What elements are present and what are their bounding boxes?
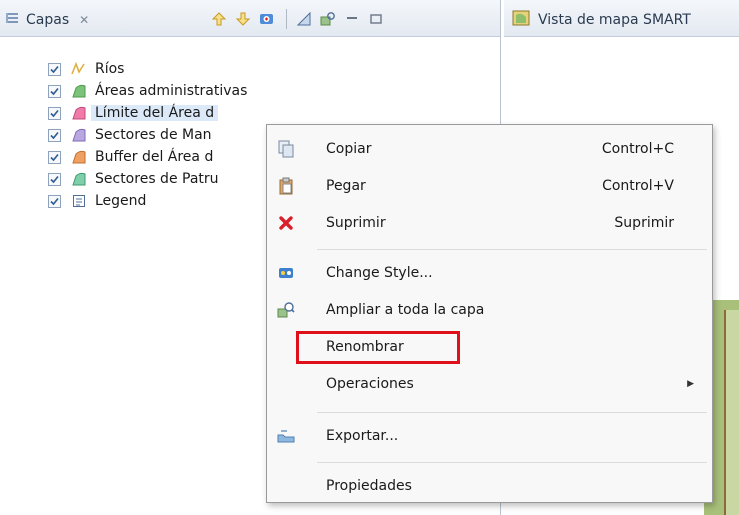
delete-icon [275, 212, 297, 234]
layer-label: Legend [95, 193, 147, 209]
layer-label: Sectores de Man [95, 127, 212, 143]
polygon-teal-icon [69, 171, 89, 187]
checkbox[interactable] [48, 172, 61, 186]
checkbox[interactable] [48, 128, 61, 142]
menu-item-label: Ampliar a toda la capa [326, 302, 485, 318]
map-feature [724, 310, 739, 515]
menu-item-label: Change Style... [326, 265, 433, 281]
menu-separator [317, 462, 707, 463]
river-line-icon [69, 61, 89, 77]
checkbox[interactable] [48, 84, 61, 98]
tab-map-view[interactable]: Vista de mapa SMART [512, 9, 691, 31]
menu-item-zoom-to-layer[interactable]: Ampliar a toda la capa [267, 296, 712, 324]
layers-tree: Ríos Áreas administrativas Límite del Ár… [48, 58, 247, 212]
menu-item-label: Propiedades [326, 478, 412, 494]
menu-item-change-style[interactable]: Change Style... [267, 259, 712, 287]
zoom-to-layer-icon [275, 299, 297, 321]
checkbox[interactable] [48, 194, 61, 208]
layer-row[interactable]: Áreas administrativas [48, 80, 247, 102]
menu-item-label: Copiar [326, 141, 372, 157]
menu-item-shortcut: Control+C [601, 141, 674, 157]
layer-add-icon[interactable] [256, 8, 278, 30]
layer-row[interactable]: Sectores de Patru [48, 168, 247, 190]
layer-row-selected[interactable]: Límite del Área d [48, 102, 247, 124]
menu-item-properties[interactable]: Propiedades [267, 472, 712, 500]
menu-item-label: Exportar... [326, 428, 399, 444]
layer-row[interactable]: Buffer del Área d [48, 146, 247, 168]
layer-row[interactable]: Sectores de Man [48, 124, 247, 146]
layers-toolbar [208, 8, 389, 30]
menu-item-copy[interactable]: Copiar Control+C [267, 135, 712, 163]
style-icon [275, 262, 297, 284]
minimize-icon[interactable] [341, 8, 363, 30]
highlight-box [296, 331, 460, 364]
layer-label: Buffer del Área d [95, 149, 214, 165]
tab-capas-label: Capas [26, 12, 70, 28]
menu-item-delete[interactable]: Suprimir Suprimir [267, 209, 712, 237]
polygon-green-icon [69, 83, 89, 99]
polygon-orange-icon [69, 149, 89, 165]
submenu-arrow-icon: ▶ [687, 379, 694, 389]
menu-item-label: Operaciones [326, 376, 414, 392]
menu-item-export[interactable]: Exportar... [267, 422, 712, 450]
polygon-purple-icon [69, 127, 89, 143]
context-menu: Copiar Control+C Pegar Control+V Suprimi… [266, 124, 713, 503]
layer-label: Áreas administrativas [95, 83, 248, 99]
menu-separator [317, 249, 707, 250]
layer-row[interactable]: Legend [48, 190, 247, 212]
copy-icon [275, 138, 297, 160]
layer-label: Sectores de Patru [95, 171, 219, 187]
checkbox[interactable] [48, 106, 61, 120]
export-icon [275, 425, 297, 447]
checkbox[interactable] [48, 62, 61, 76]
legend-icon [69, 193, 89, 209]
paste-icon [275, 175, 297, 197]
layer-label: Ríos [95, 61, 125, 77]
ruler-icon[interactable] [293, 8, 315, 30]
layer-label: Límite del Área d [91, 105, 219, 121]
menu-item-paste[interactable]: Pegar Control+V [267, 172, 712, 200]
tab-map-view-label: Vista de mapa SMART [538, 12, 691, 28]
maximize-icon[interactable] [365, 8, 387, 30]
close-icon[interactable]: ✕ [79, 13, 89, 27]
menu-separator [317, 412, 707, 413]
zoom-layer-icon[interactable] [317, 8, 339, 30]
menu-item-label: Suprimir [326, 215, 386, 231]
layers-tab-icon [6, 11, 20, 29]
menu-item-shortcut: Control+V [602, 178, 674, 194]
menu-item-operations[interactable]: Operaciones ▶ [267, 370, 712, 398]
toolbar-separator [286, 9, 287, 29]
map-icon [512, 9, 530, 31]
map-tabbar: Vista de mapa SMART [504, 0, 739, 37]
tab-capas[interactable]: Capas ✕ [6, 9, 89, 31]
arrow-up-icon[interactable] [208, 8, 230, 30]
layers-tabbar: Capas ✕ [0, 0, 500, 37]
layer-row[interactable]: Ríos [48, 58, 247, 80]
checkbox[interactable] [48, 150, 61, 164]
arrow-down-icon[interactable] [232, 8, 254, 30]
menu-item-label: Pegar [326, 178, 366, 194]
polygon-pink-icon [69, 105, 89, 121]
menu-item-shortcut: Suprimir [614, 215, 674, 231]
